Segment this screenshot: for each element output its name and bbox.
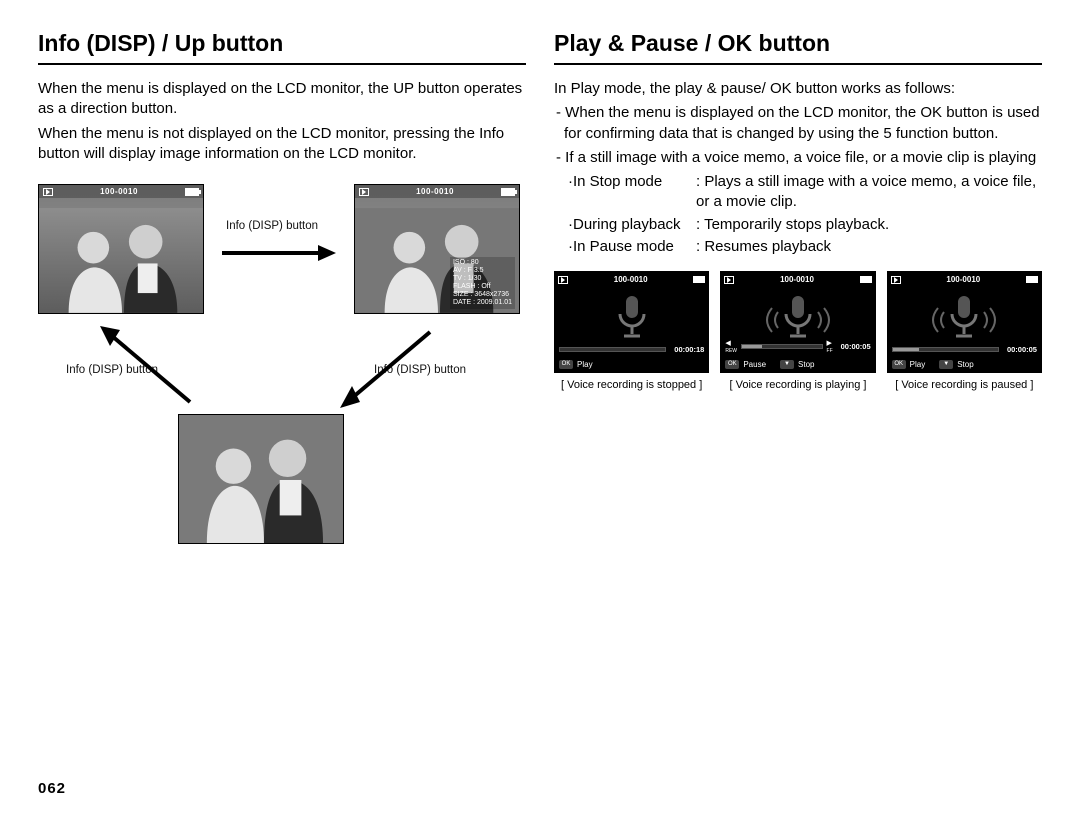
left-para1: When the menu is displayed on the LCD mo… xyxy=(38,79,526,120)
info-disp-diagram: 100-0010 100-0010 xyxy=(38,184,526,564)
lcd-voice-screen: 100-0010 00:00:18 OK Play xyxy=(554,271,709,373)
playback-mode-icon xyxy=(724,276,734,284)
wedding-photo-icon xyxy=(39,208,203,313)
image-counter: 100-0010 xyxy=(614,275,648,284)
microphone-icon xyxy=(758,290,838,342)
right-bullet1: - When the menu is displayed on the LCD … xyxy=(554,103,1042,144)
progress-bar: 00:00:05 xyxy=(892,345,1037,354)
right-title: Play & Pause / OK button xyxy=(554,30,1042,65)
battery-icon xyxy=(1026,276,1038,283)
rewind-icon: ◀REW xyxy=(725,339,737,354)
playback-timer: 00:00:05 xyxy=(1003,345,1037,354)
control-label: Play xyxy=(910,360,926,369)
left-column: Info (DISP) / Up button When the menu is… xyxy=(38,30,526,564)
lcd-voice-screen: 100-0010 00:00:05 OK Play ▼ Stop xyxy=(887,271,1042,373)
right-intro: In Play mode, the play & pause/ OK butto… xyxy=(554,79,1042,99)
control-hint: OK Pause xyxy=(725,360,766,369)
microphone-icon xyxy=(924,290,1004,342)
info-iso: ISO : 80 xyxy=(453,259,512,267)
image-counter: 100-0010 xyxy=(100,187,138,196)
mode-desc: : Temporarily stops playback. xyxy=(696,215,1042,235)
battery-icon xyxy=(693,276,705,283)
playback-mode-icon xyxy=(558,276,568,284)
page-number: 062 xyxy=(38,780,66,797)
voice-screenshot: 100-0010 ◀REW ▶FF 00:00:05 OK Pause ▼ Stop [ Vo… xyxy=(720,271,875,391)
lcd-voice-screen: 100-0010 ◀REW ▶FF 00:00:05 OK Pause ▼ Stop xyxy=(720,271,875,373)
mode-label: ·In Stop mode xyxy=(568,172,696,213)
image-counter: 100-0010 xyxy=(946,275,980,284)
playback-timer: 00:00:18 xyxy=(670,345,704,354)
battery-icon xyxy=(860,276,872,283)
voice-screenshot: 100-0010 00:00:18 OK Play [ Voice recording… xyxy=(554,271,709,391)
playback-mode-icon xyxy=(43,188,53,196)
mode-stop: ·In Stop mode : Plays a still image with… xyxy=(554,172,1042,213)
info-date: DATE : 2009.01.01 xyxy=(453,299,512,307)
playback-controls: OK Play xyxy=(559,360,704,369)
screenshot-caption: [ Voice recording is stopped ] xyxy=(554,379,709,391)
control-label: Stop xyxy=(957,360,973,369)
control-hint: OK Play xyxy=(559,360,593,369)
playback-mode-icon xyxy=(891,276,901,284)
screenshot-caption: [ Voice recording is playing ] xyxy=(720,379,875,391)
info-flash: FLASH : Off xyxy=(453,283,512,291)
control-label: Stop xyxy=(798,360,814,369)
mode-pause: ·In Pause mode : Resumes playback xyxy=(554,237,1042,257)
fast-forward-icon: ▶FF xyxy=(827,339,833,354)
right-body: In Play mode, the play & pause/ OK butto… xyxy=(554,79,1042,257)
playback-mode-icon xyxy=(359,188,369,196)
image-counter: 100-0010 xyxy=(780,275,814,284)
image-info-overlay: ISO : 80 AV : F 3.5 TV : 1/30 FLASH : Of… xyxy=(450,257,515,309)
arrow-up-left-icon xyxy=(90,322,210,412)
playback-timer: 00:00:05 xyxy=(837,342,871,351)
arrow-down-left-icon xyxy=(330,322,450,412)
left-title: Info (DISP) / Up button xyxy=(38,30,526,65)
right-bullet2: - If a still image with a voice memo, a … xyxy=(554,148,1042,168)
battery-icon xyxy=(185,188,199,196)
right-column: Play & Pause / OK button In Play mode, t… xyxy=(554,30,1042,564)
mode-playback: ·During playback : Temporarily stops pla… xyxy=(554,215,1042,235)
control-label: Play xyxy=(577,360,593,369)
info-av: AV : F 3.5 xyxy=(453,267,512,275)
voice-screenshot: 100-0010 00:00:05 OK Play ▼ Stop [ Voice reco… xyxy=(887,271,1042,391)
mode-desc: : Resumes playback xyxy=(696,237,1042,257)
mode-label: ·In Pause mode xyxy=(568,237,696,257)
control-hint: ▼ Stop xyxy=(780,360,814,369)
progress-bar: ◀REW ▶FF 00:00:05 xyxy=(725,339,870,354)
lcd-preview-basic: 100-0010 xyxy=(38,184,204,314)
key-icon: ▼ xyxy=(780,360,794,369)
info-tv: TV : 1/30 xyxy=(453,275,512,283)
left-body: When the menu is displayed on the LCD mo… xyxy=(38,79,526,164)
mode-label: ·During playback xyxy=(568,215,696,235)
microphone-icon xyxy=(592,290,672,342)
progress-bar: 00:00:18 xyxy=(559,345,704,354)
wedding-photo-icon xyxy=(179,415,343,543)
lcd-preview-no-overlay xyxy=(178,414,344,544)
battery-icon xyxy=(501,188,515,196)
key-icon: OK xyxy=(892,360,906,369)
image-counter: 100-0010 xyxy=(416,187,454,196)
screenshot-caption: [ Voice recording is paused ] xyxy=(887,379,1042,391)
control-hint: ▼ Stop xyxy=(939,360,973,369)
control-label: Pause xyxy=(743,360,766,369)
control-hint: OK Play xyxy=(892,360,926,369)
mode-desc: : Plays a still image with a voice memo,… xyxy=(696,172,1042,213)
arrow-label-top: Info (DISP) button xyxy=(226,220,318,232)
key-icon: OK xyxy=(725,360,739,369)
lcd-preview-with-info: 100-0010 ISO : 80 AV : F 3.5 TV : 1/30 xyxy=(354,184,520,314)
left-para2: When the menu is not displayed on the LC… xyxy=(38,124,526,165)
key-icon: OK xyxy=(559,360,573,369)
info-size: SIZE : 3648x2736 xyxy=(453,291,512,299)
playback-controls: OK Play ▼ Stop xyxy=(892,360,1037,369)
arrow-right-icon xyxy=(218,239,338,267)
playback-controls: OK Pause ▼ Stop xyxy=(725,360,870,369)
key-icon: ▼ xyxy=(939,360,953,369)
